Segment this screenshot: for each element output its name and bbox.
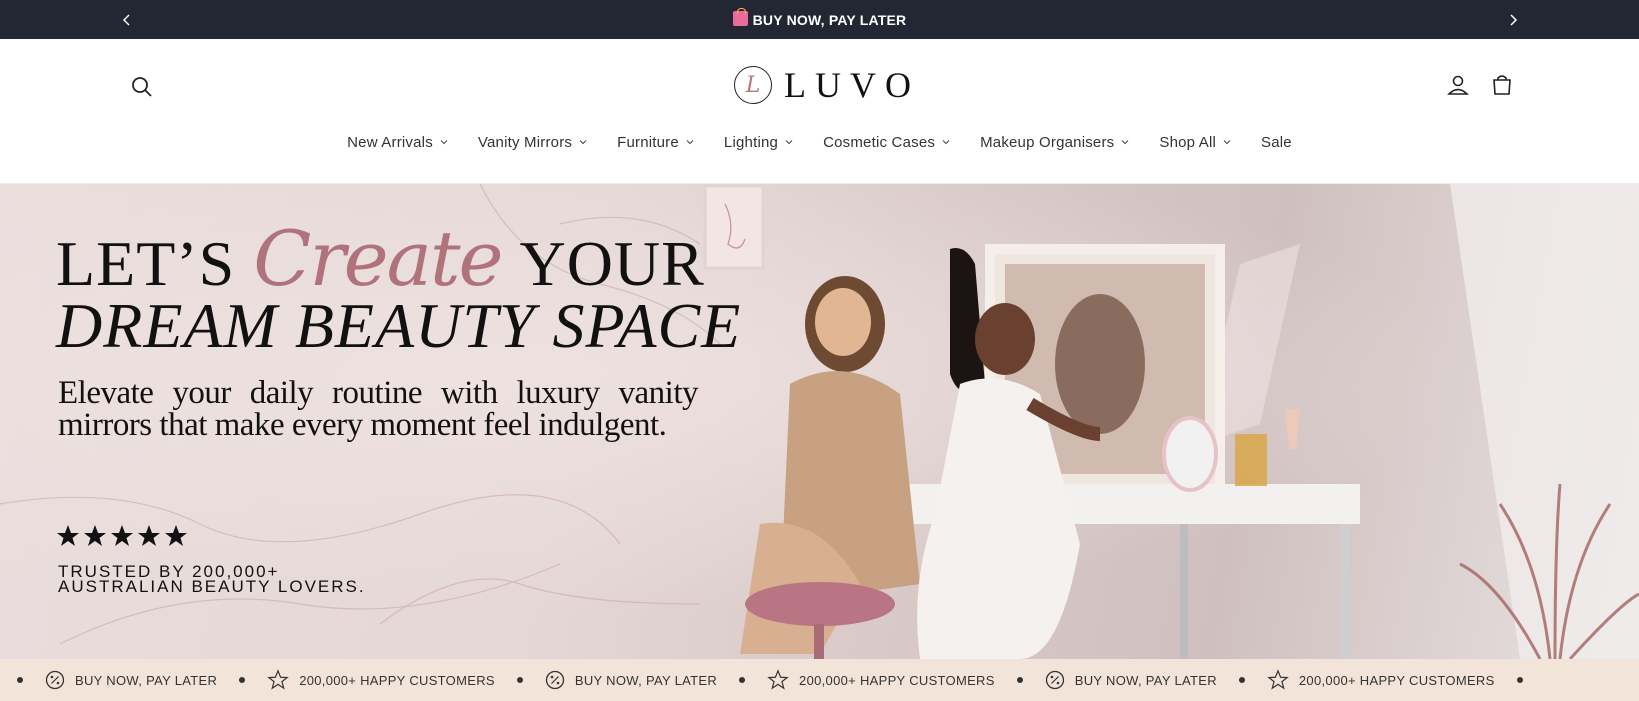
logo-text: LUVO bbox=[784, 65, 920, 105]
separator-dot bbox=[239, 677, 246, 683]
chevron-down-icon bbox=[579, 140, 587, 145]
marquee-label: BUY NOW, PAY LATER bbox=[1074, 672, 1217, 688]
separator-dot bbox=[1238, 677, 1245, 683]
nav-item-makeup-organisers[interactable]: Makeup Organisers bbox=[980, 134, 1129, 151]
chevron-down-icon bbox=[1122, 140, 1129, 145]
chevron-down-icon bbox=[440, 140, 448, 145]
shopping-bag-icon bbox=[732, 8, 748, 26]
marquee-item: BUY NOW, PAY LATER bbox=[45, 670, 217, 690]
trust-text: TRUSTED BY 200,000+ AUSTRALIAN BEAUTY LO… bbox=[58, 562, 366, 596]
marquee-item: 200,000+ HAPPY CUSTOMERS bbox=[1267, 669, 1495, 691]
marquee-item: 200,000+ HAPPY CUSTOMERS bbox=[267, 669, 495, 691]
star-icon bbox=[57, 525, 79, 546]
marquee-label: 200,000+ HAPPY CUSTOMERS bbox=[799, 672, 995, 688]
nav-label: Sale bbox=[1261, 133, 1292, 151]
nav-item-furniture[interactable]: Furniture bbox=[617, 134, 694, 151]
nav-label: Cosmetic Cases bbox=[823, 133, 936, 151]
nav-item-lighting[interactable]: Lighting bbox=[724, 134, 793, 151]
star-outline-icon bbox=[1267, 669, 1289, 690]
chevron-right-icon[interactable] bbox=[1503, 10, 1523, 30]
nav-label: Vanity Mirrors bbox=[477, 133, 573, 151]
marquee-label: BUY NOW, PAY LATER bbox=[574, 672, 718, 688]
star-outline-icon bbox=[267, 669, 289, 690]
nav-item-cosmetic-cases[interactable]: Cosmetic Cases bbox=[823, 134, 950, 151]
chevron-down-icon bbox=[686, 140, 694, 145]
nav-label: Lighting bbox=[723, 133, 779, 151]
announcement-bar: BUY NOW, PAY LATER bbox=[0, 0, 1639, 39]
chevron-down-icon bbox=[942, 140, 950, 145]
chevron-down-icon bbox=[1223, 140, 1231, 145]
nav-item-new-arrivals[interactable]: New Arrivals bbox=[347, 134, 448, 151]
percent-icon bbox=[45, 670, 65, 690]
logo[interactable]: L LUVO bbox=[734, 65, 920, 105]
nav-item-sale[interactable]: Sale bbox=[1261, 134, 1292, 151]
announcement-text: BUY NOW, PAY LATER bbox=[752, 11, 907, 28]
benefits-marquee: BUY NOW, PAY LATER 200,000+ HAPPY CUSTOM… bbox=[0, 659, 1639, 701]
marquee-label: 200,000+ HAPPY CUSTOMERS bbox=[299, 672, 495, 688]
nav-label: Furniture bbox=[617, 133, 679, 151]
hero-banner[interactable]: LET’S Create YOUR DREAM BEAUTY SPACE Ele… bbox=[0, 184, 1639, 659]
nav-item-vanity-mirrors[interactable]: Vanity Mirrors bbox=[478, 134, 587, 151]
hero-headline-line2: DREAM BEAUTY SPACE bbox=[56, 290, 742, 361]
star-icon bbox=[84, 525, 106, 546]
percent-icon bbox=[545, 670, 565, 690]
marquee-label: 200,000+ HAPPY CUSTOMERS bbox=[1298, 672, 1495, 688]
nav-label: Shop All bbox=[1159, 133, 1217, 151]
marquee-label: BUY NOW, PAY LATER bbox=[75, 672, 218, 688]
star-outline-icon bbox=[767, 669, 789, 690]
marquee-item: 200,000+ HAPPY CUSTOMERS bbox=[767, 669, 995, 691]
separator-dot bbox=[739, 677, 746, 683]
rating-stars bbox=[56, 524, 191, 548]
site-header: L LUVO New Arrivals Vanity Mirrors Furni… bbox=[0, 39, 1639, 184]
star-icon bbox=[111, 525, 133, 546]
logo-mark: L bbox=[734, 66, 772, 104]
star-icon bbox=[138, 525, 160, 546]
cart-icon[interactable] bbox=[1490, 73, 1514, 97]
hero-subtitle: Elevate your daily routine with luxury v… bbox=[58, 375, 699, 443]
percent-icon bbox=[1045, 670, 1064, 690]
search-icon[interactable] bbox=[130, 75, 154, 99]
nav-label: Makeup Organisers bbox=[980, 133, 1115, 151]
nav-label: New Arrivals bbox=[347, 133, 433, 151]
marquee-item: BUY NOW, PAY LATER bbox=[545, 670, 717, 690]
announcement-message[interactable]: BUY NOW, PAY LATER bbox=[0, 0, 1639, 39]
main-navigation: New Arrivals Vanity Mirrors Furniture Li… bbox=[0, 127, 1639, 157]
separator-dot bbox=[1016, 677, 1023, 683]
account-icon[interactable] bbox=[1446, 73, 1470, 97]
star-icon bbox=[165, 525, 187, 546]
separator-dot bbox=[17, 677, 23, 683]
nav-item-shop-all[interactable]: Shop All bbox=[1159, 134, 1231, 151]
separator-dot bbox=[1516, 677, 1523, 683]
separator-dot bbox=[516, 677, 523, 683]
chevron-down-icon bbox=[785, 140, 793, 145]
marquee-item: BUY NOW, PAY LATER bbox=[1045, 670, 1217, 690]
